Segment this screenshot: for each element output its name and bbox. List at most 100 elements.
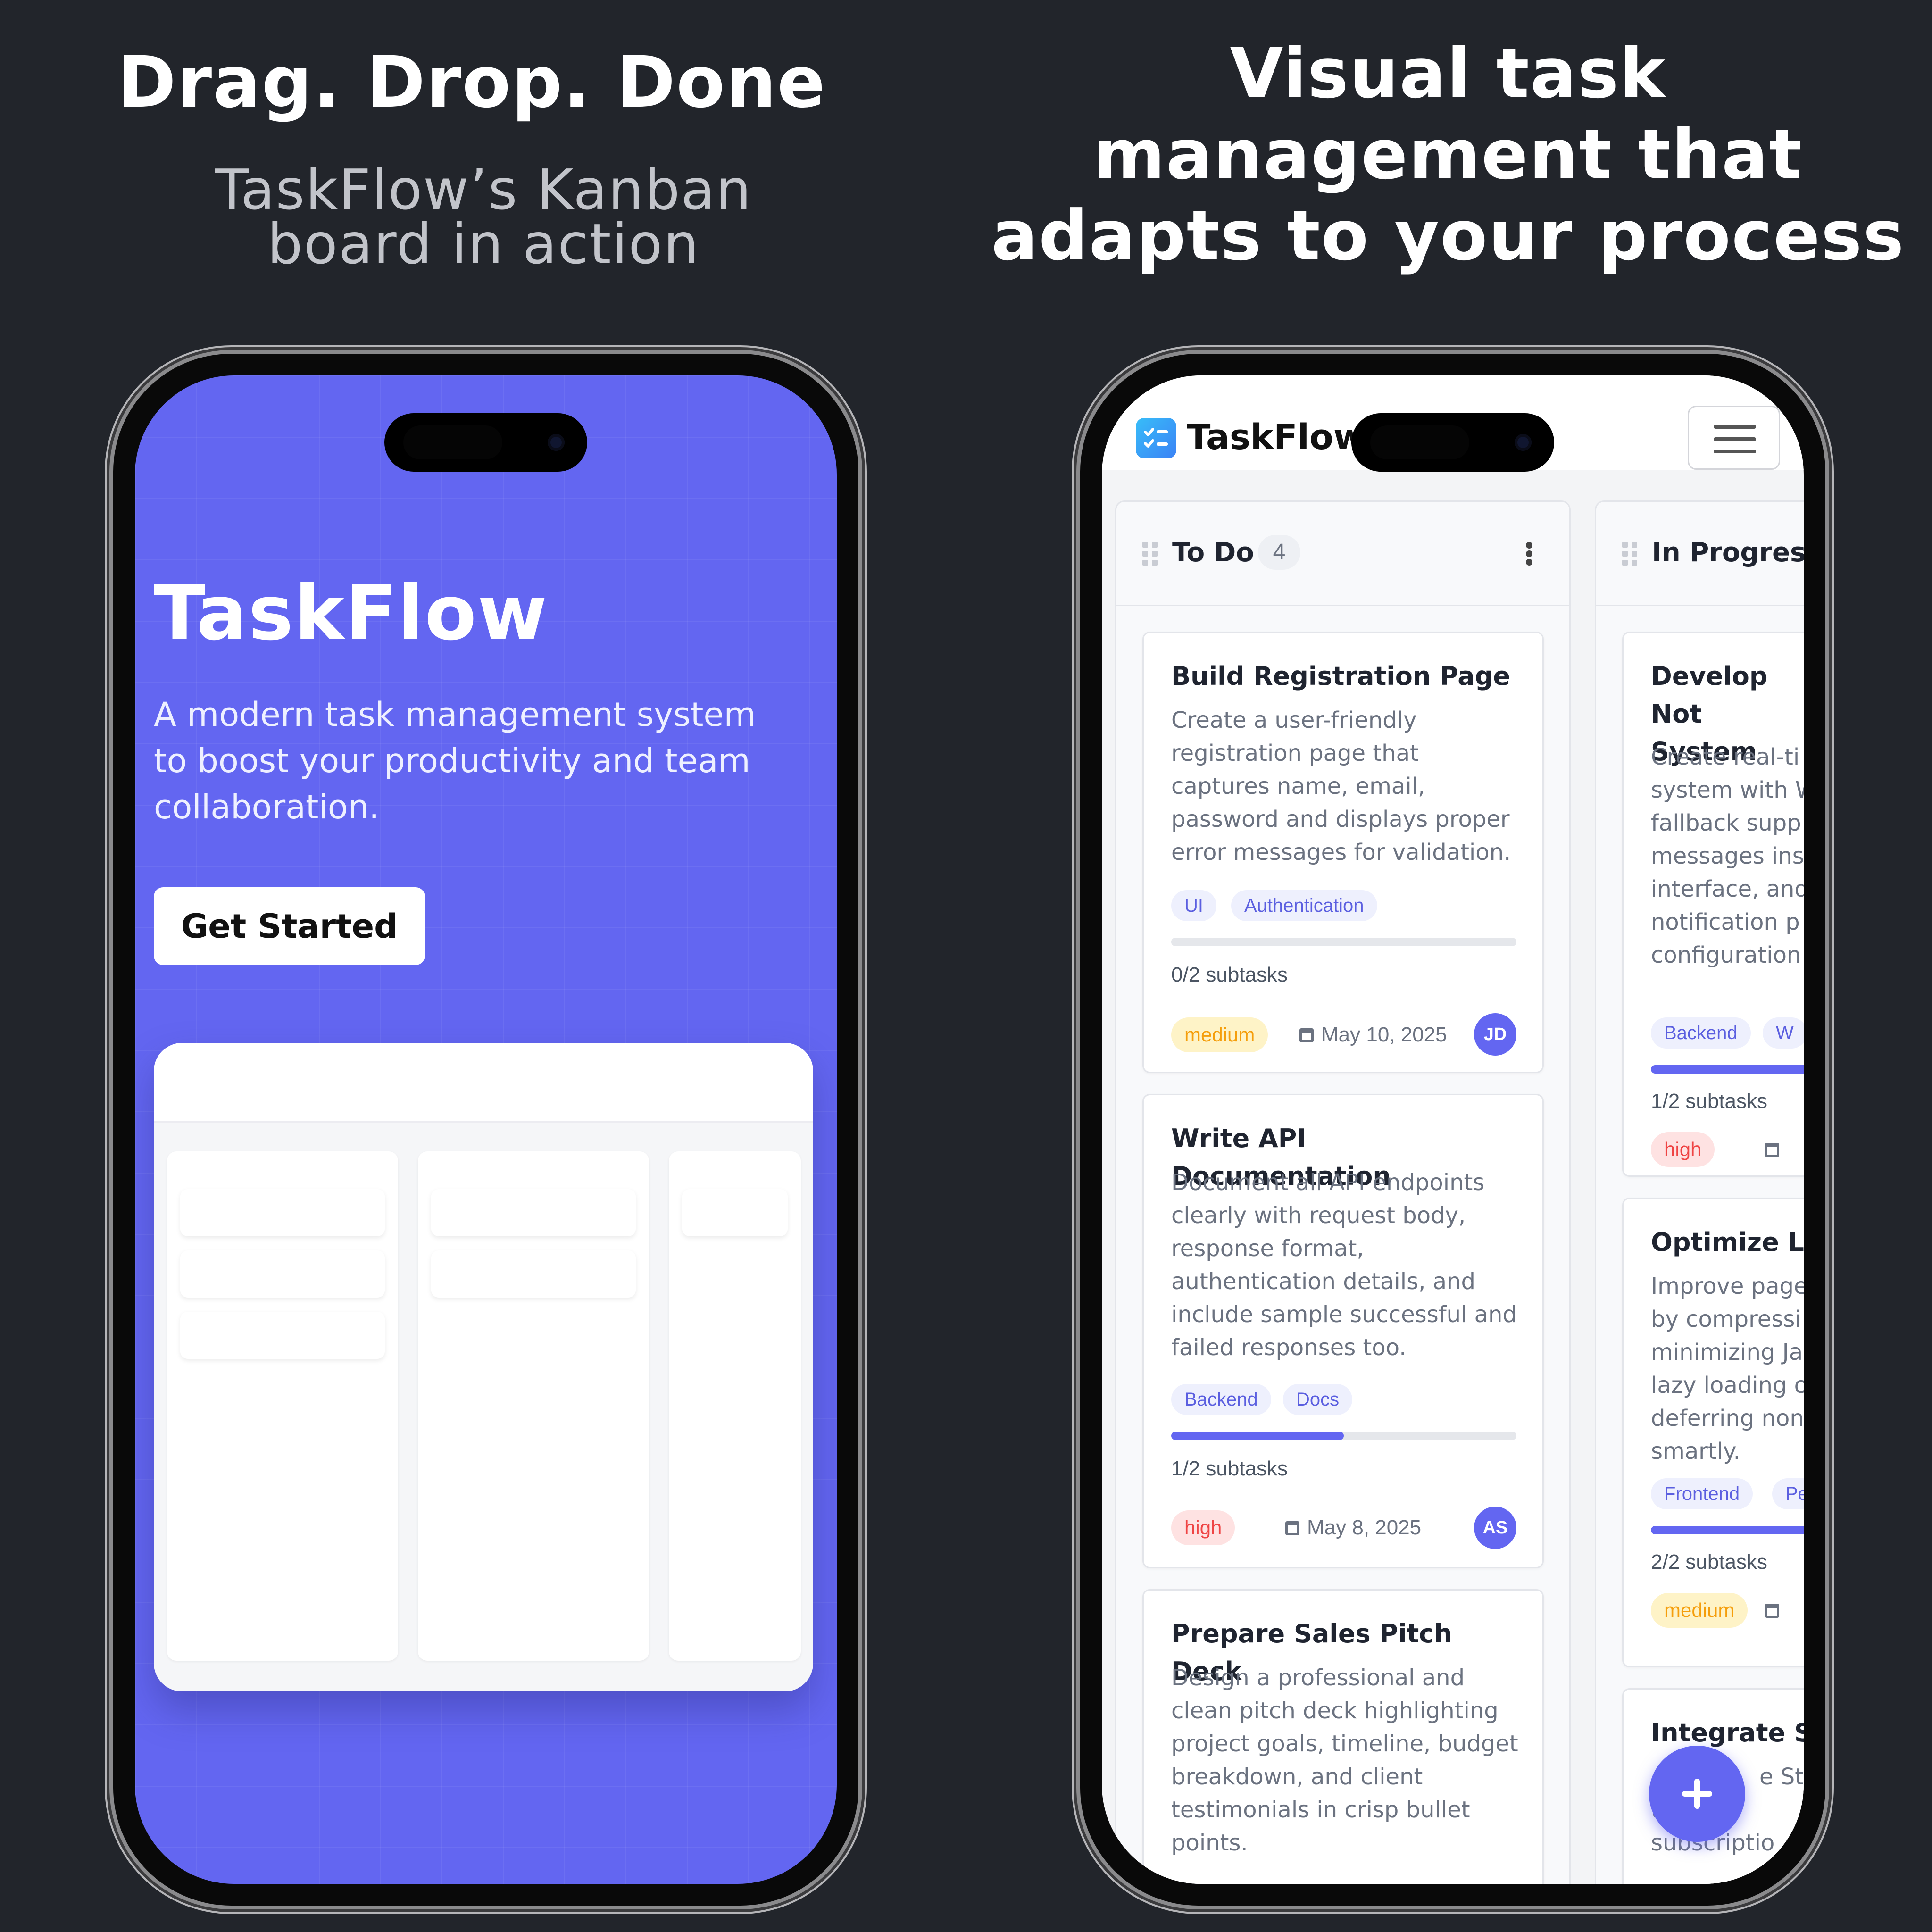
priority-badge: high [1651, 1132, 1715, 1167]
task-description: Document all API endpoints clearly with … [1171, 1169, 1517, 1361]
description-line: interface, and [1651, 876, 1804, 902]
tag: Docs [1283, 1384, 1353, 1415]
board-preview [154, 1043, 813, 1691]
more-options-icon[interactable] [1526, 542, 1532, 566]
preview-card [682, 1189, 788, 1236]
subtask-count: 0/2 subtasks [1171, 963, 1288, 986]
due-date: May 8, 2025 [1285, 1516, 1421, 1540]
tag: Pe [1772, 1478, 1804, 1509]
preview-column [669, 1151, 801, 1661]
due-date-text: May 10, 2025 [1321, 1023, 1447, 1046]
preview-card [180, 1250, 385, 1298]
description-line: notification p [1651, 909, 1800, 935]
task-title: Optimize La [1651, 1227, 1804, 1257]
tag: Backend [1651, 1017, 1751, 1049]
description-line: messages ins [1651, 843, 1804, 869]
tag: W [1763, 1017, 1804, 1049]
preview-card [431, 1250, 636, 1298]
tag: Authentication [1231, 890, 1377, 921]
task-description: Create a user-friendly registration page… [1171, 707, 1511, 866]
due-date-text: May 8, 2025 [1307, 1516, 1422, 1539]
hamburger-icon [1714, 450, 1756, 453]
checklist-icon [1136, 418, 1176, 458]
description-line: by compressi [1651, 1306, 1801, 1332]
add-task-button[interactable] [1649, 1746, 1745, 1842]
assignee-avatar[interactable]: JD [1474, 1013, 1516, 1056]
subtask-count: 1/2 subtasks [1651, 1090, 1768, 1113]
description-line: fallback supp [1651, 810, 1801, 836]
plus-icon [1694, 1779, 1700, 1809]
preview-card [180, 1312, 385, 1359]
column-todo[interactable]: To Do 4 Build Registration Page Create a… [1115, 500, 1571, 1884]
left-subheadline-line: board in action [267, 211, 700, 276]
task-card[interactable]: Optimize La Improve page by compressi mi… [1622, 1198, 1804, 1667]
phone-mockup-right: TaskFlow To Do 4 Build Registration Page… [1080, 354, 1825, 1906]
description-line: minimizing Ja [1651, 1339, 1803, 1366]
column-header: In Progress [1596, 502, 1804, 606]
task-title: Integrate St [1651, 1718, 1804, 1748]
task-description: Create real-ti system with W fallback su… [1651, 741, 1804, 972]
drag-handle-icon[interactable] [1142, 542, 1158, 566]
right-headline-line: management that [1093, 115, 1803, 195]
hamburger-icon [1714, 437, 1756, 441]
landing-description: A modern task management system to boost… [154, 695, 756, 826]
column-title: In Progress [1652, 537, 1804, 568]
calendar-icon [1285, 1521, 1299, 1535]
description-line: deferring non [1651, 1405, 1804, 1432]
task-card[interactable]: Develop Not System Create real-ti system… [1622, 632, 1804, 1177]
get-started-button[interactable]: Get Started [154, 887, 425, 965]
tag: UI [1171, 890, 1216, 921]
dynamic-island [384, 413, 587, 472]
phone-mockup-left: TaskFlow A modern task management system… [113, 354, 858, 1906]
camera-icon [1515, 434, 1532, 451]
left-subheadline-line: TaskFlow’s Kanban [215, 157, 752, 222]
left-subheadline: TaskFlow’s Kanban board in action [0, 157, 967, 276]
preview-header [154, 1043, 813, 1123]
right-headline-line: adapts to your process [991, 196, 1905, 276]
task-title: Build Registration Page [1171, 661, 1510, 691]
dynamic-island [1351, 413, 1554, 472]
column-in-progress[interactable]: In Progress Develop Not System Create re… [1595, 500, 1804, 1884]
right-headline-line: Visual task [1230, 33, 1666, 114]
task-card[interactable]: Prepare Sales Pitch Deck Design a profes… [1142, 1589, 1544, 1884]
landing-title: TaskFlow [154, 569, 548, 657]
due-date [1765, 1599, 1787, 1622]
preview-column [418, 1151, 649, 1661]
task-card[interactable]: Build Registration Page Create a user-fr… [1142, 632, 1544, 1073]
column-header: To Do 4 [1116, 502, 1569, 606]
priority-badge: high [1171, 1510, 1235, 1545]
subtask-count: 1/2 subtasks [1171, 1457, 1288, 1480]
task-card[interactable]: Write API Documentation Document all API… [1142, 1094, 1544, 1568]
subtask-progress-bar [1651, 1065, 1804, 1074]
subtask-count: 2/2 subtasks [1651, 1550, 1768, 1574]
due-date [1765, 1138, 1787, 1161]
subtask-progress-bar [1651, 1526, 1804, 1534]
calendar-icon [1299, 1028, 1314, 1042]
hamburger-menu-button[interactable] [1688, 406, 1780, 470]
description-line: configuration [1651, 942, 1801, 968]
landing-screen: TaskFlow A modern task management system… [135, 375, 837, 1884]
calendar-icon [1765, 1143, 1779, 1157]
preview-card [431, 1189, 636, 1236]
right-headline: Visual task management that adapts to yo… [972, 33, 1924, 276]
tag: Frontend [1651, 1478, 1753, 1509]
description-line: Improve page [1651, 1273, 1804, 1299]
description-line: system with W [1651, 777, 1804, 803]
priority-badge: medium [1171, 1017, 1268, 1052]
due-date: May 10, 2025 [1299, 1023, 1447, 1047]
description-line: lazy loading o [1651, 1372, 1804, 1399]
description-line: Create real-ti [1651, 744, 1800, 770]
hamburger-icon [1714, 425, 1756, 429]
subtask-progress-bar [1171, 1432, 1516, 1440]
progress-fill [1171, 1432, 1344, 1440]
drag-handle-icon[interactable] [1622, 542, 1638, 566]
description-line: smartly. [1651, 1438, 1740, 1465]
priority-badge: medium [1651, 1593, 1748, 1628]
progress-fill [1651, 1065, 1804, 1074]
task-description: Design a professional and clean pitch de… [1171, 1665, 1518, 1856]
column-count-badge: 4 [1258, 535, 1300, 570]
assignee-avatar[interactable]: AS [1474, 1507, 1516, 1549]
board-screen: TaskFlow To Do 4 Build Registration Page… [1102, 375, 1804, 1884]
preview-column [167, 1151, 398, 1661]
calendar-icon [1765, 1604, 1779, 1618]
